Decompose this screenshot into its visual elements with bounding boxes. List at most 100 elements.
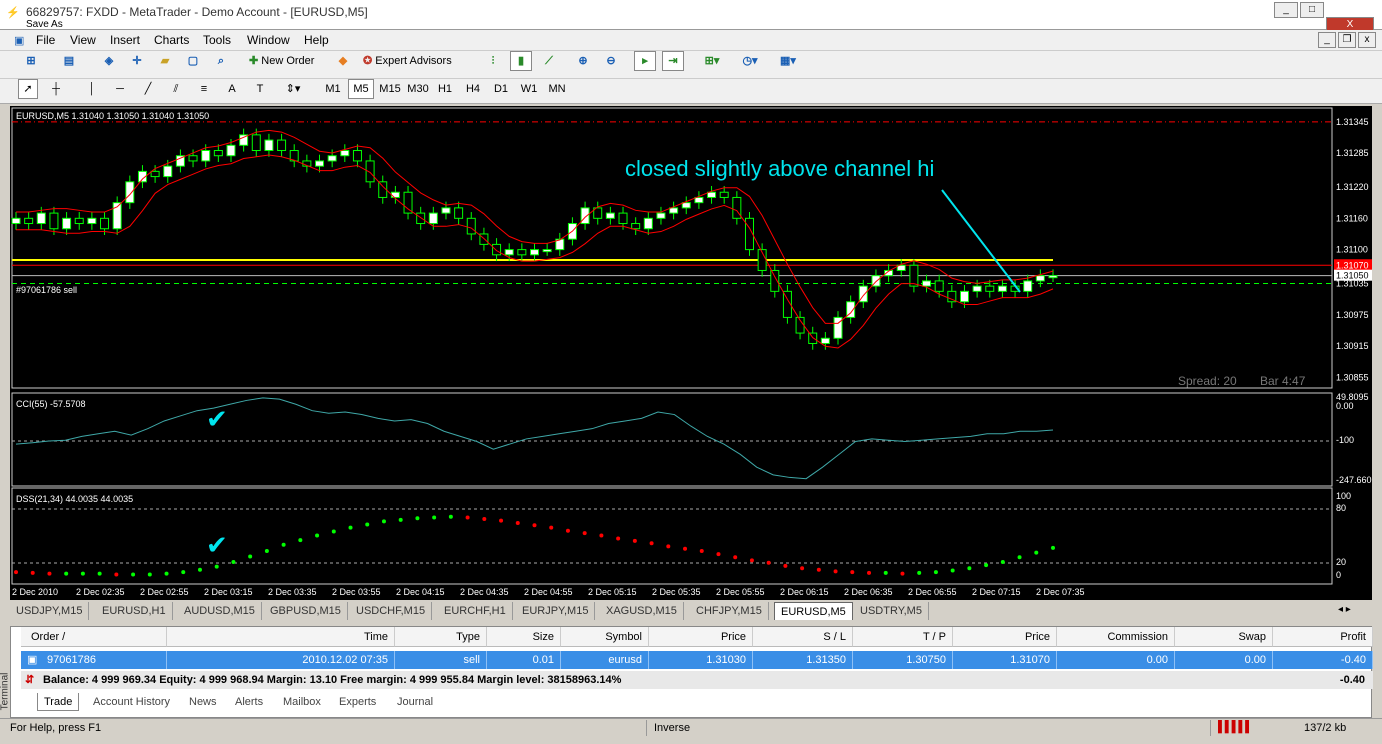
column-header[interactable]: S / L	[753, 627, 853, 647]
fibonacci-button[interactable]: ≡	[194, 79, 214, 99]
equidistant-channel-button[interactable]: ⫽	[166, 79, 186, 99]
terminal-tab[interactable]: News	[183, 693, 223, 711]
line-chart-button[interactable]: ⟋	[538, 51, 560, 71]
vertical-line-button[interactable]: │	[82, 79, 102, 99]
column-header[interactable]: Size	[487, 627, 561, 647]
tf-m15[interactable]: M15	[376, 79, 404, 99]
column-header[interactable]: Order /	[21, 627, 167, 647]
cursor-button[interactable]: ➚	[18, 79, 38, 99]
column-header[interactable]: Price	[953, 627, 1057, 647]
symbol-tab[interactable]: EURUSD,M5	[774, 602, 853, 620]
price-label: 1.31070	[1336, 260, 1369, 270]
menu-charts[interactable]: Charts	[154, 33, 189, 47]
tab-scroll-arrows[interactable]: ◂ ▸	[1338, 604, 1351, 615]
symbol-tab[interactable]: GBPUSD,M15	[264, 602, 348, 620]
terminal-tab[interactable]: Account History	[87, 693, 176, 711]
dss-point	[482, 517, 487, 522]
symbol-tab[interactable]: USDJPY,M15	[10, 602, 90, 620]
mdi-restore-button[interactable]: ❐	[1338, 32, 1356, 48]
candle-body	[327, 155, 337, 162]
new-order-button[interactable]: ✚ New Order	[246, 51, 328, 71]
dss-point	[800, 566, 805, 571]
symbol-tab[interactable]: EURCHF,H1	[438, 602, 513, 620]
menu-insert[interactable]: Insert	[110, 33, 140, 47]
column-header[interactable]: Swap	[1175, 627, 1273, 647]
tf-w1[interactable]: W1	[516, 79, 542, 99]
status-bar: For Help, press F1 Inverse ▌▌▌▌▌ 137/2 k…	[0, 718, 1382, 744]
data-window-button[interactable]: ✛	[126, 51, 148, 71]
symbol-tab[interactable]: EURUSD,H1	[96, 602, 173, 620]
profiles-button[interactable]: ▤	[54, 51, 84, 71]
terminal-tab[interactable]: Alerts	[229, 693, 269, 711]
terminal-tab[interactable]: Trade	[37, 693, 80, 711]
column-header[interactable]: Price	[649, 627, 753, 647]
price-chart[interactable]: EURUSD,M5 1.31040 1.31050 1.31040 1.3105…	[10, 106, 1372, 600]
zoom-in-button[interactable]: ⊕	[572, 51, 594, 71]
symbol-tab[interactable]: USDCHF,M15	[350, 602, 433, 620]
table-row[interactable]: 97061786 2010.12.02 07:35 sell 0.01 eurusd 1.…	[21, 651, 1373, 669]
text-button[interactable]: A	[222, 79, 242, 99]
label-button[interactable]: T	[250, 79, 270, 99]
mdi-minimize-button[interactable]: _	[1318, 32, 1336, 48]
column-header[interactable]: Profit	[1273, 627, 1373, 647]
symbol-tab[interactable]: USDTRY,M5	[854, 602, 929, 620]
strategy-tester-button[interactable]: ⌕	[210, 51, 232, 71]
tf-mn[interactable]: MN	[544, 79, 570, 99]
terminal-button[interactable]: ▢	[182, 51, 204, 71]
symbol-tab[interactable]: AUDUSD,M15	[178, 602, 262, 620]
symbol-tab[interactable]: CHFJPY,M15	[690, 602, 769, 620]
minimize-button[interactable]: _	[1274, 2, 1298, 18]
symbol-tab[interactable]: EURJPY,M15	[516, 602, 596, 620]
chart-window[interactable]: EURUSD,M5 1.31040 1.31050 1.31040 1.3105…	[10, 106, 1372, 600]
dss-point	[683, 546, 688, 551]
maximize-button[interactable]: □	[1300, 2, 1324, 18]
chart-shift-button[interactable]: ⇥	[662, 51, 684, 71]
periods-button[interactable]: ◷▾	[734, 51, 766, 71]
crosshair-button[interactable]: ┼	[46, 79, 66, 99]
terminal-tab[interactable]: Experts	[333, 693, 382, 711]
bar-chart-button[interactable]: ⫶	[482, 51, 504, 71]
column-header[interactable]: Commission	[1057, 627, 1175, 647]
column-header[interactable]: Time	[167, 627, 395, 647]
price-label: 1.31100	[1336, 245, 1368, 255]
terminal-tab[interactable]: Mailbox	[277, 693, 327, 711]
column-header[interactable]: T / P	[853, 627, 953, 647]
candlestick-button[interactable]: ▮	[510, 51, 532, 71]
column-header[interactable]: Type	[395, 627, 487, 647]
window-title: 66829757: FXDD - MetaTrader - Demo Accou…	[26, 5, 368, 19]
market-watch-button[interactable]: ◈	[98, 51, 120, 71]
horizontal-line-button[interactable]: ─	[110, 79, 130, 99]
zoom-out-button[interactable]: ⊖	[600, 51, 622, 71]
menu-file[interactable]: File	[36, 33, 55, 47]
templates-button[interactable]: ▦▾	[772, 51, 804, 71]
mdi-close-button[interactable]: x	[1358, 32, 1376, 48]
tf-m5[interactable]: M5	[348, 79, 374, 99]
indicators-button[interactable]: ⊞▾	[696, 51, 728, 71]
menu-window[interactable]: Window	[247, 33, 290, 47]
tf-m1[interactable]: M1	[320, 79, 346, 99]
terminal-tabs: Trade Account History News Alerts Mailbox Exp…	[21, 693, 621, 713]
terminal-tab[interactable]: Journal	[391, 693, 439, 711]
symbol-tab[interactable]: XAGUSD,M15	[600, 602, 684, 620]
candle-body	[542, 249, 552, 253]
trendline-button[interactable]: ╱	[138, 79, 158, 99]
candle-body	[618, 212, 628, 225]
price-label: 1.31285	[1336, 148, 1369, 158]
time-label: 2 Dec 07:15	[972, 587, 1021, 597]
navigator-button[interactable]: ▰	[154, 51, 176, 71]
menu-view[interactable]: View	[70, 33, 96, 47]
cci-axis-label: -100	[1336, 435, 1354, 445]
dss-point	[833, 569, 838, 574]
menu-tools[interactable]: Tools	[203, 33, 231, 47]
tf-d1[interactable]: D1	[488, 79, 514, 99]
tf-h1[interactable]: H1	[432, 79, 458, 99]
new-chart-button[interactable]: ⊞	[16, 51, 46, 71]
menu-help[interactable]: Help	[304, 33, 329, 47]
auto-scroll-button[interactable]: ▸	[634, 51, 656, 71]
tf-m30[interactable]: M30	[404, 79, 432, 99]
column-header[interactable]: Symbol	[561, 627, 649, 647]
tf-h4[interactable]: H4	[460, 79, 486, 99]
expert-advisors-button[interactable]: ✪ Expert Advisors	[360, 51, 466, 71]
arrows-button[interactable]: ⇕▾	[278, 79, 308, 99]
alert-button[interactable]: ◆	[334, 51, 352, 71]
